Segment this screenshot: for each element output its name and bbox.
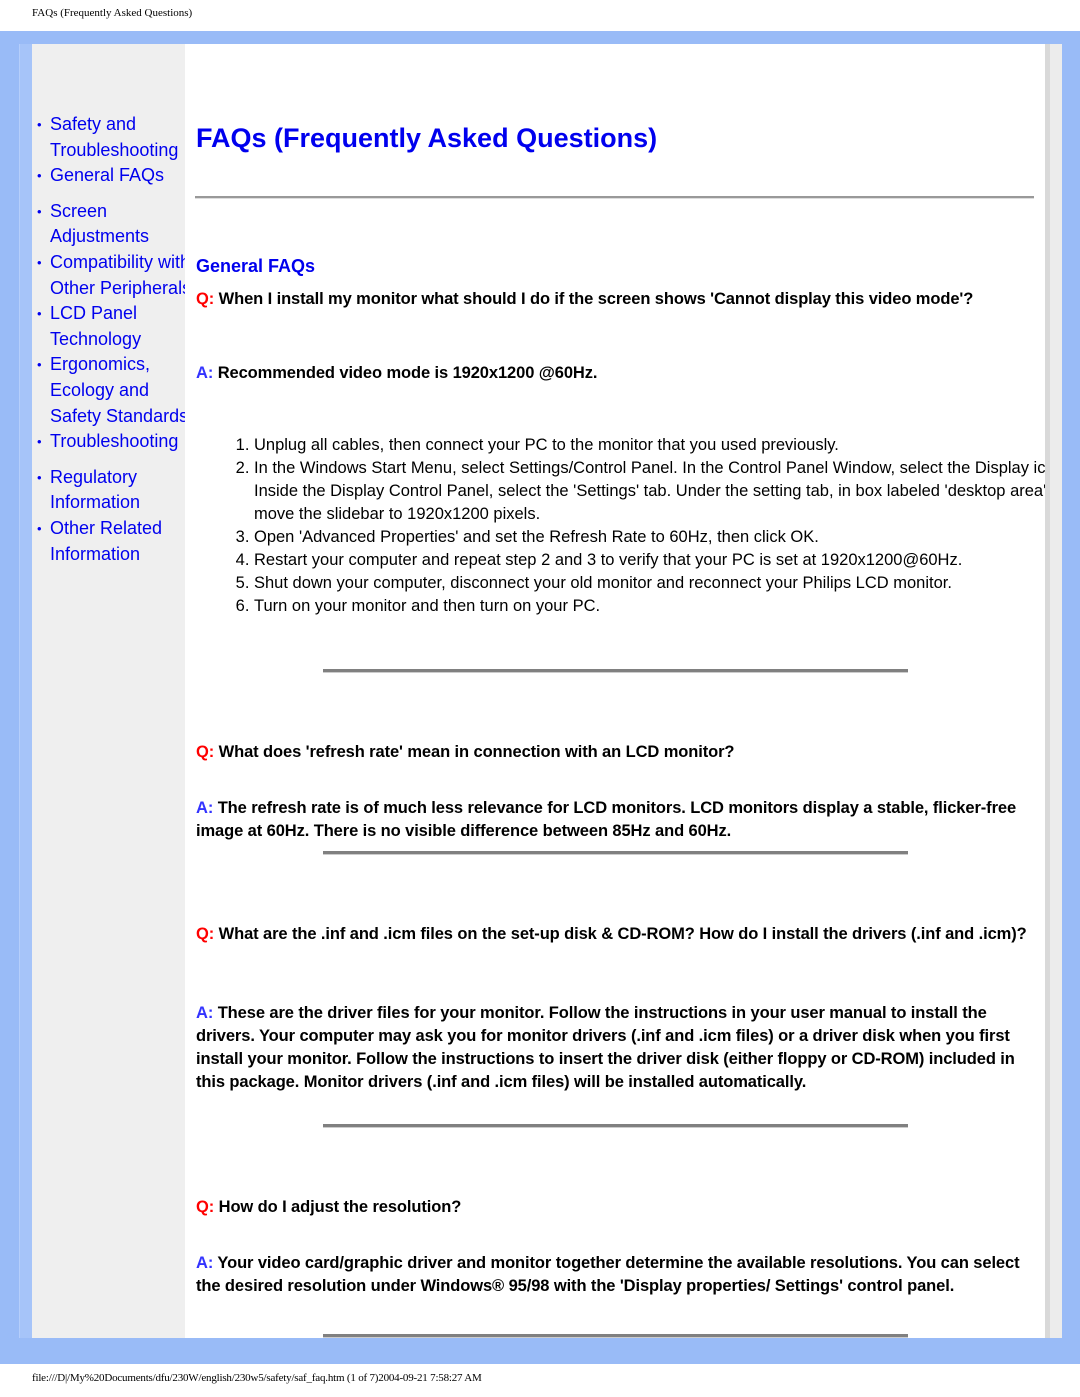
q-label: Q:: [196, 1198, 215, 1216]
steps-list: Unplug all cables, then connect your PC …: [196, 434, 1045, 618]
sidebar-item-ergonomics[interactable]: • Ergonomics, Ecology and Safety Standard…: [32, 352, 192, 429]
bullet-icon: •: [37, 117, 42, 132]
bullet-icon: •: [37, 469, 42, 485]
scrollbar[interactable]: [1045, 44, 1062, 1338]
answer-text: The refresh rate is of much less relevan…: [196, 799, 1017, 840]
bullet-icon: •: [37, 168, 42, 184]
faq-divider: [323, 851, 908, 855]
faq-divider: [323, 669, 908, 673]
question-text: What are the .inf and .icm files on the …: [218, 925, 1027, 943]
sidebar-link[interactable]: Troubleshooting: [50, 431, 178, 451]
page-frame: • Safety and Troubleshooting • General FAQ…: [0, 31, 1080, 1364]
bullet-icon: •: [37, 434, 42, 450]
step-item: In the Windows Start Menu, select Settin…: [254, 457, 1045, 526]
q-label: Q:: [196, 743, 215, 761]
sidebar-link[interactable]: Regulatory Information: [50, 467, 140, 513]
faq-divider: [323, 1334, 908, 1338]
q-label: Q:: [196, 290, 215, 308]
bullet-icon: •: [37, 203, 42, 219]
sidebar-item-other-related[interactable]: • Other Related Information: [32, 516, 192, 567]
bullet-icon: •: [37, 520, 42, 536]
step-item: Open 'Advanced Properties' and set the R…: [254, 526, 1045, 549]
page-title: FAQs (Frequently Asked Questions): [196, 123, 658, 153]
frame-stripe: [19, 44, 33, 1338]
section-title: General FAQs: [196, 256, 316, 276]
sidebar-nav: • Safety and Troubleshooting • General FAQ…: [32, 112, 192, 567]
faq-answer: A: Recommended video mode is 1920x1200 @…: [196, 362, 1036, 385]
sidebar-link[interactable]: General FAQs: [50, 165, 164, 185]
a-label: A:: [196, 1004, 214, 1022]
faq-question: Q: How do I adjust the resolution?: [196, 1196, 1036, 1219]
document-header-title: FAQs (Frequently Asked Questions): [32, 7, 193, 19]
faq-answer: A: The refresh rate is of much less rele…: [196, 797, 1036, 843]
answer-text: These are the driver files for your moni…: [196, 1004, 1015, 1091]
question-text: When I install my monitor what should I …: [218, 290, 974, 308]
faq-answer: A: Your video card/graphic driver and mo…: [196, 1252, 1036, 1298]
bullet-icon: •: [37, 254, 42, 270]
sidebar: • Safety and Troubleshooting • General FAQ…: [32, 44, 191, 1338]
sidebar-item-compatibility[interactable]: • Compatibility with Other Peripherals: [32, 250, 192, 301]
bullet-icon: •: [37, 357, 42, 373]
a-label: A:: [196, 799, 214, 817]
faq-question: Q: What are the .inf and .icm files on t…: [196, 923, 1036, 946]
sidebar-link[interactable]: Compatibility with Other Peripherals: [50, 252, 191, 298]
step-item: Restart your computer and repeat step 2 …: [254, 549, 1045, 572]
sidebar-item-general-faqs[interactable]: • General FAQs: [32, 163, 192, 189]
sidebar-item-safety-troubleshooting[interactable]: • Safety and Troubleshooting: [32, 112, 192, 163]
answer-text: Recommended video mode is 1920x1200 @60H…: [217, 364, 598, 382]
a-label: A:: [196, 1254, 214, 1272]
a-label: A:: [196, 364, 214, 382]
sidebar-item-regulatory[interactable]: • Regulatory Information: [32, 465, 192, 516]
sidebar-link[interactable]: Safety and Troubleshooting: [50, 114, 178, 160]
sidebar-item-lcd-panel[interactable]: • LCD Panel Technology: [32, 301, 192, 352]
title-divider: [195, 196, 1034, 199]
main-content: FAQs (Frequently Asked Questions) Genera…: [185, 44, 1045, 1338]
sidebar-item-screen-adjustments[interactable]: • Screen Adjustments: [32, 199, 192, 250]
sidebar-link[interactable]: Other Related Information: [50, 518, 162, 564]
step-item: Shut down your computer, disconnect your…: [254, 572, 1045, 595]
faq-question: Q: When I install my monitor what should…: [196, 288, 1036, 311]
step-item: Turn on your monitor and then turn on yo…: [254, 595, 1045, 618]
q-label: Q:: [196, 925, 215, 943]
sidebar-link[interactable]: LCD Panel Technology: [50, 303, 141, 349]
faq-answer: A: These are the driver files for your m…: [196, 1002, 1036, 1094]
sidebar-link[interactable]: Ergonomics, Ecology and Safety Standards: [50, 354, 188, 425]
faq-divider: [323, 1124, 908, 1128]
question-text: How do I adjust the resolution?: [218, 1198, 462, 1216]
question-text: What does 'refresh rate' mean in connect…: [218, 743, 735, 761]
sidebar-item-troubleshooting[interactable]: • Troubleshooting: [32, 429, 192, 455]
answer-text: Your video card/graphic driver and monit…: [196, 1254, 1020, 1295]
step-item: Unplug all cables, then connect your PC …: [254, 434, 1045, 457]
bullet-icon: •: [37, 306, 42, 322]
document-footer: file:///D|/My%20Documents/dfu/230W/engli…: [32, 1372, 482, 1384]
sidebar-link[interactable]: Screen Adjustments: [50, 201, 149, 247]
faq-question: Q: What does 'refresh rate' mean in conn…: [196, 741, 1036, 764]
